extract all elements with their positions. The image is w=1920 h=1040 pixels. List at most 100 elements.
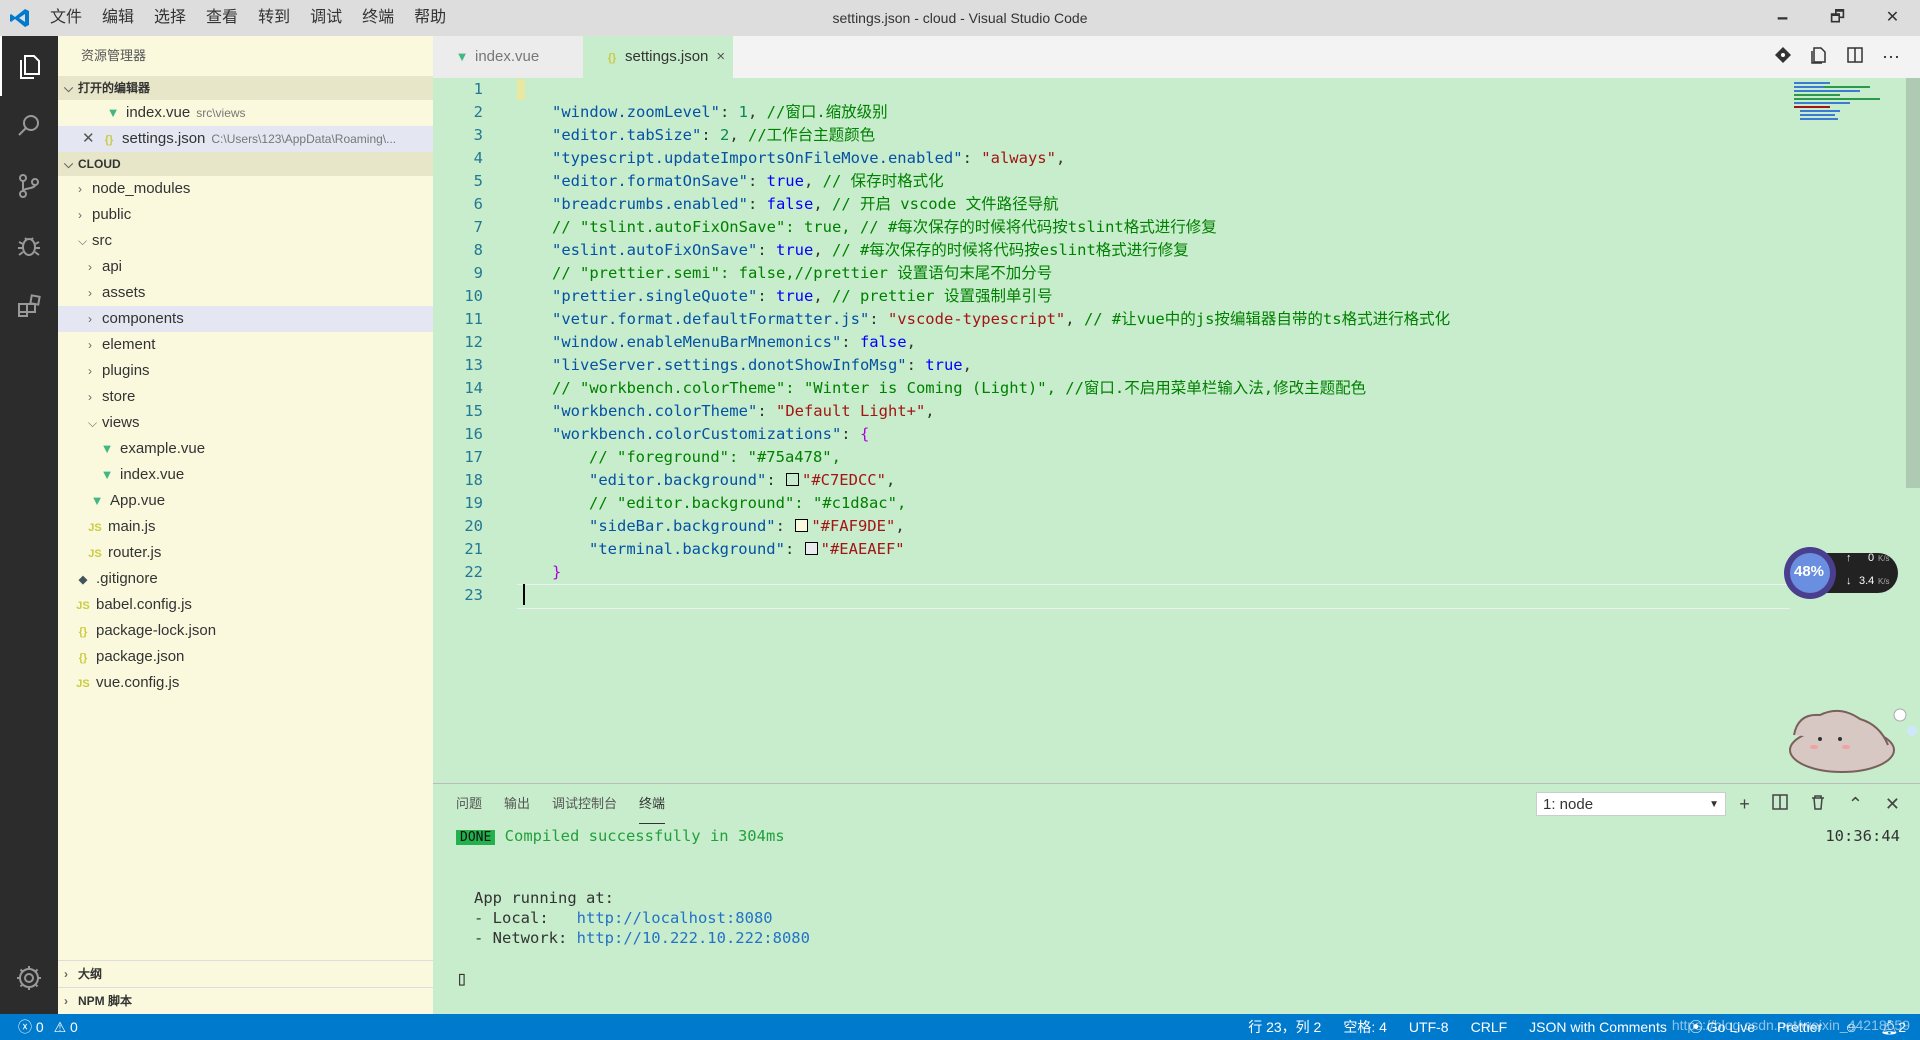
- tree-item-folder[interactable]: › assets: [58, 280, 433, 306]
- tab-close-button[interactable]: ×: [716, 48, 725, 65]
- extensions-icon[interactable]: [0, 276, 58, 336]
- error-icon: ⓧ: [18, 1019, 32, 1035]
- tab-debug-console[interactable]: 调试控制台: [552, 784, 617, 824]
- network-url-link[interactable]: http://10.222.10.222:8080: [577, 929, 810, 947]
- editor-scrollbar[interactable]: [1906, 78, 1920, 488]
- tab-terminal[interactable]: 终端: [639, 784, 666, 824]
- tree-item-folder[interactable]: ⌵ views: [58, 410, 433, 436]
- language-mode[interactable]: JSON with Comments: [1529, 1014, 1667, 1040]
- code-line: 14 // "workbench.colorTheme": "Winter is …: [433, 377, 1366, 400]
- open-editor-item[interactable]: ✕ {} settings.json C:\Users\123\AppData\Roa…: [58, 126, 433, 152]
- sidebar-bottom-sections: › 大纲 › NPM 脚本: [58, 960, 433, 1014]
- tree-item-folder[interactable]: › store: [58, 384, 433, 410]
- menu-edit[interactable]: 编辑: [92, 0, 144, 36]
- code-line: 16 "workbench.colorCustomizations": {: [433, 423, 869, 446]
- panel-actions: + ⌃ ✕: [1739, 784, 1900, 824]
- menu-file[interactable]: 文件: [40, 0, 92, 36]
- close-icon[interactable]: ✕: [82, 126, 100, 152]
- minimap[interactable]: [1790, 80, 1900, 125]
- tree-item-folder[interactable]: ⌵ src: [58, 228, 433, 254]
- menu-terminal[interactable]: 终端: [352, 0, 404, 36]
- line-ending[interactable]: CRLF: [1471, 1014, 1508, 1040]
- npm-scripts-header[interactable]: › NPM 脚本: [58, 987, 433, 1014]
- open-editors-header[interactable]: ⌵ 打开的编辑器: [58, 76, 433, 100]
- minimize-button[interactable]: 🗕: [1755, 0, 1810, 36]
- indentation[interactable]: 空格: 4: [1343, 1014, 1387, 1040]
- more-actions-icon[interactable]: ⋯: [1882, 47, 1900, 68]
- tree-item-folder[interactable]: › element: [58, 332, 433, 358]
- debug-icon[interactable]: [0, 216, 58, 276]
- tree-item-file[interactable]: ▼ index.vue: [58, 462, 433, 488]
- explorer-icon[interactable]: [0, 36, 58, 96]
- widget-unit: K/s: [1878, 554, 1890, 563]
- tree-item-folder[interactable]: › api: [58, 254, 433, 280]
- git-icon: ◆: [78, 574, 88, 586]
- color-swatch[interactable]: [795, 519, 809, 532]
- code-editor[interactable]: 1 2 "window.zoomLevel": 1, //窗口.缩放级别 3 "ed…: [433, 78, 1920, 783]
- line-number: 3: [473, 126, 483, 144]
- settings-gear-icon[interactable]: [0, 948, 58, 1008]
- outline-header[interactable]: › 大纲: [58, 960, 433, 987]
- open-preview-icon[interactable]: [1810, 46, 1828, 68]
- tree-item-file[interactable]: {} package-lock.json: [58, 618, 433, 644]
- tree-item-file[interactable]: JS vue.config.js: [58, 670, 433, 696]
- problems-status[interactable]: ⓧ 0 ⚠ 0: [18, 1014, 78, 1040]
- vue-icon: ▼: [90, 493, 104, 508]
- widget-upload: 0: [1868, 552, 1875, 564]
- line-gutter-marker: [517, 79, 525, 100]
- line-number: 11: [464, 310, 483, 328]
- tree-item-folder[interactable]: › node_modules: [58, 176, 433, 202]
- new-terminal-icon[interactable]: +: [1739, 794, 1750, 815]
- color-swatch[interactable]: [804, 542, 818, 555]
- json-value: 1: [738, 103, 748, 121]
- json-icon: {}: [78, 626, 88, 638]
- tree-item-file[interactable]: JS babel.config.js: [58, 592, 433, 618]
- tree-item-file[interactable]: ▼ example.vue: [58, 436, 433, 462]
- terminal-output[interactable]: DONE Compiled successfully in 304ms 10:36…: [456, 824, 1900, 988]
- line-number: 19: [464, 494, 483, 512]
- close-window-button[interactable]: ✕: [1865, 0, 1920, 36]
- terminal-cursor: ▯: [456, 966, 469, 990]
- network-speed-widget[interactable]: 48% ↑ 0 K/s ↓ 3.4 K/s: [1780, 545, 1900, 601]
- local-url-link[interactable]: http://localhost:8080: [577, 909, 773, 927]
- menu-debug[interactable]: 调试: [300, 0, 352, 36]
- source-control-icon[interactable]: [0, 156, 58, 216]
- tree-item-file[interactable]: ▼ App.vue: [58, 488, 433, 514]
- code-line: 19 // "editor.background": "#c1d8ac",: [433, 492, 906, 515]
- tab-index-vue[interactable]: ▼ index.vue: [433, 36, 583, 78]
- search-icon[interactable]: [0, 96, 58, 156]
- menu-selection[interactable]: 选择: [144, 0, 196, 36]
- tree-item-file[interactable]: JS main.js: [58, 514, 433, 540]
- color-swatch[interactable]: [785, 473, 799, 486]
- split-editor-icon[interactable]: [1846, 46, 1864, 68]
- open-editor-item[interactable]: ▼ index.vue src\views: [58, 100, 433, 126]
- menu-go[interactable]: 转到: [248, 0, 300, 36]
- code-comment: // "foreground": "#75a478",: [589, 448, 841, 466]
- tab-output[interactable]: 输出: [504, 784, 530, 824]
- tree-item-folder[interactable]: › public: [58, 202, 433, 228]
- tree-item-folder[interactable]: › plugins: [58, 358, 433, 384]
- tree-item-file[interactable]: {} package.json: [58, 644, 433, 670]
- terminal-select[interactable]: 1: node ▼: [1536, 792, 1726, 816]
- project-header[interactable]: ⌵ CLOUD: [58, 152, 433, 176]
- warning-icon: ⚠: [53, 1019, 67, 1035]
- tree-item-file[interactable]: JS router.js: [58, 540, 433, 566]
- maximize-panel-icon[interactable]: ⌃: [1848, 794, 1863, 815]
- tab-settings-json[interactable]: {} settings.json ×: [583, 36, 733, 78]
- encoding[interactable]: UTF-8: [1409, 1014, 1449, 1040]
- split-terminal-icon[interactable]: [1772, 793, 1788, 815]
- tree-item-file[interactable]: ◆ .gitignore: [58, 566, 433, 592]
- outline-label: 大纲: [78, 967, 103, 981]
- tab-problems[interactable]: 问题: [456, 784, 482, 824]
- tree-item-label: example.vue: [120, 440, 206, 457]
- open-changes-icon[interactable]: [1774, 46, 1792, 68]
- cursor-position[interactable]: 行 23，列 2: [1248, 1014, 1321, 1040]
- menu-help[interactable]: 帮助: [404, 0, 456, 36]
- compile-message: Compiled successfully in 304ms: [504, 827, 785, 845]
- menu-view[interactable]: 查看: [196, 0, 248, 36]
- tree-item-folder[interactable]: › components: [58, 306, 433, 332]
- local-label: - Local:: [474, 909, 577, 927]
- close-panel-icon[interactable]: ✕: [1885, 794, 1900, 815]
- trash-icon[interactable]: [1810, 794, 1826, 815]
- maximize-button[interactable]: 🗗: [1810, 0, 1865, 36]
